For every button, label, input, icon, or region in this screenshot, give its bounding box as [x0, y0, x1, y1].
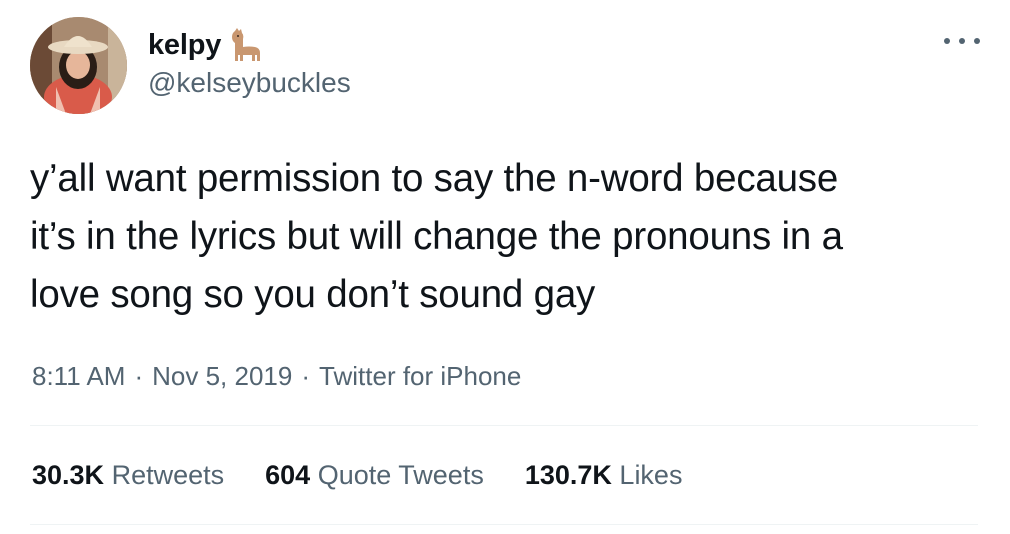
tweet-stats: 30.3K Retweets 604 Quote Tweets 130.7K L… [32, 455, 723, 495]
tweet-source[interactable]: Twitter for iPhone [319, 361, 521, 391]
tweet-card: kelpy @kelseybuckles y’all want permissi… [0, 0, 1010, 534]
likes-stat[interactable]: 130.7K Likes [525, 455, 683, 495]
divider [30, 425, 978, 426]
llama-icon [229, 27, 263, 63]
quote-tweets-label: Quote Tweets [317, 460, 484, 490]
likes-label: Likes [619, 460, 683, 490]
author-handle[interactable]: @kelseybuckles [148, 65, 351, 101]
display-name[interactable]: kelpy [148, 25, 221, 65]
tweet-text: y’all want permission to say the n-word … [30, 157, 843, 316]
more-dot [944, 38, 950, 44]
divider [30, 524, 978, 525]
avatar-image [30, 17, 127, 114]
quote-tweets-stat[interactable]: 604 Quote Tweets [265, 455, 484, 495]
meta-separator: · [301, 361, 311, 391]
avatar[interactable] [30, 17, 127, 114]
meta-separator: · [134, 361, 144, 391]
retweets-stat[interactable]: 30.3K Retweets [32, 455, 224, 495]
quote-tweets-count: 604 [265, 460, 311, 490]
more-horizontal-icon[interactable] [944, 27, 980, 55]
more-dot [974, 38, 980, 44]
retweets-label: Retweets [111, 460, 225, 490]
tweet-timestamp-date[interactable]: Nov 5, 2019 [152, 361, 292, 391]
likes-count: 130.7K [524, 460, 612, 490]
author-name-row[interactable]: kelpy [148, 25, 263, 65]
tweet-meta: 8:11 AM · Nov 5, 2019 · Twitter for iPhone [32, 356, 521, 396]
retweets-count: 30.3K [32, 460, 105, 490]
tweet-timestamp-time[interactable]: 8:11 AM [32, 361, 125, 391]
more-dot [959, 38, 965, 44]
